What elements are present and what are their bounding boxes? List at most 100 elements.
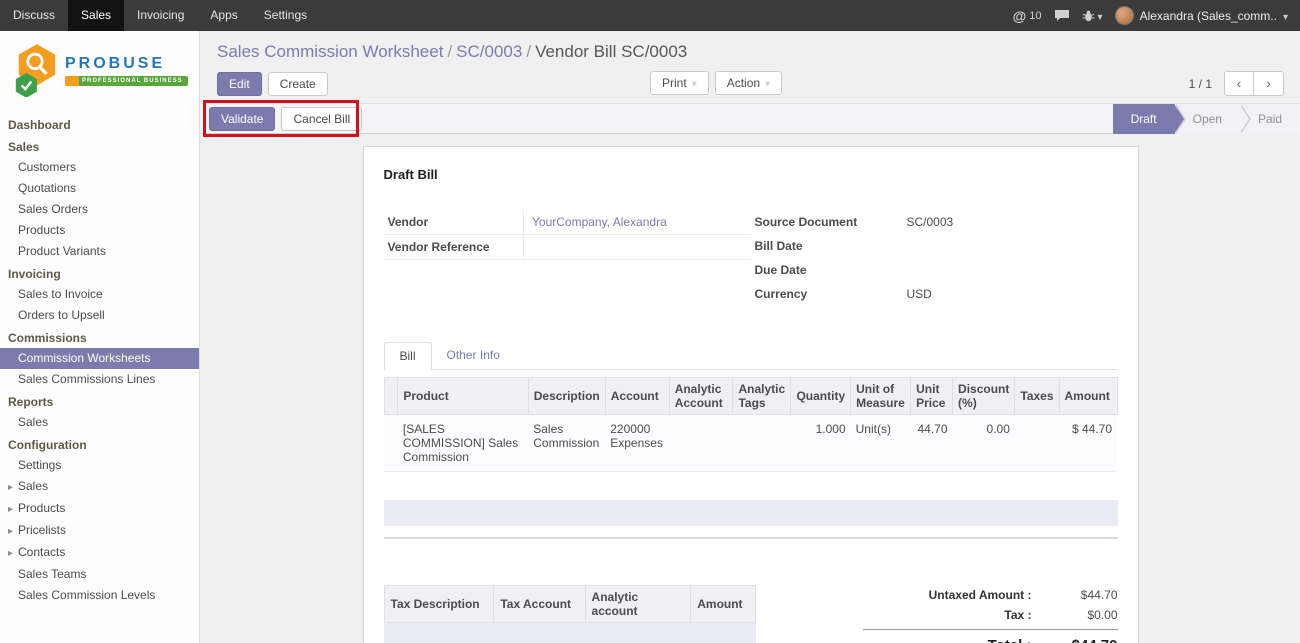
pager-next-button[interactable]: › <box>1254 71 1284 96</box>
menu-sales[interactable]: Sales <box>68 0 124 31</box>
col-quantity: Quantity <box>791 378 851 415</box>
menu-settings[interactable]: Settings <box>251 0 320 31</box>
breadcrumb-separator: / <box>443 42 456 61</box>
menu-invoicing[interactable]: Invoicing <box>124 0 197 31</box>
col-tax-analytic-account: Analytic account <box>585 586 691 623</box>
company-logo: PROBUSE PROFESSIONAL BUSINESS <box>0 31 199 107</box>
cell-amount: $ 44.70 <box>1059 415 1117 472</box>
col-unit-of-measure: Unit of Measure <box>851 378 911 415</box>
sidebar-item-config-products[interactable]: Products <box>0 498 199 520</box>
source-document-value: SC/0003 <box>899 210 1118 234</box>
action-dropdown-button[interactable]: Action <box>715 71 782 95</box>
due-date-label: Due Date <box>751 258 899 282</box>
debug-menu-button[interactable] <box>1082 9 1103 23</box>
statusbar: Validate Cancel Bill Draft Open Paid <box>201 103 1300 134</box>
breadcrumb-worksheet-link[interactable]: Sales Commission Worksheet <box>217 42 443 61</box>
mention-icon <box>1013 8 1027 24</box>
cell-account: 220000 Expenses <box>605 415 669 472</box>
sidebar-nav: Dashboard Sales Customers Quotations Sal… <box>0 113 199 606</box>
sidebar-item-orders-to-upsell[interactable]: Orders to Upsell <box>0 305 199 326</box>
tax-value: $0.00 <box>1046 605 1118 630</box>
sidebar-item-label: Pricelists <box>18 523 66 537</box>
bill-date-label: Bill Date <box>751 234 899 258</box>
sidebar-item-pricelists[interactable]: Pricelists <box>0 520 199 542</box>
pager-prev-button[interactable]: ‹ <box>1224 71 1254 96</box>
untaxed-amount-value: $44.70 <box>1046 585 1118 605</box>
messages-button[interactable] <box>1054 9 1070 22</box>
field-groups: Vendor YourCompany, Alexandra Vendor Ref… <box>384 210 1118 306</box>
sidebar-item-product-variants[interactable]: Product Variants <box>0 241 199 262</box>
cell-unit-of-measure: Unit(s) <box>851 415 911 472</box>
sidebar-item-products[interactable]: Products <box>0 220 199 241</box>
sidebar-item-sales-orders[interactable]: Sales Orders <box>0 199 199 220</box>
vendor-label: Vendor <box>384 210 524 235</box>
col-analytic-tags: Analytic Tags <box>733 378 791 415</box>
total-value: $44.70 <box>1046 630 1118 643</box>
sidebar-item-quotations[interactable]: Quotations <box>0 178 199 199</box>
stage-draft[interactable]: Draft <box>1113 104 1175 134</box>
sidebar-item-sales-to-invoice[interactable]: Sales to Invoice <box>0 284 199 305</box>
sidebar-item-reports-sales[interactable]: Sales <box>0 412 199 433</box>
row-handle <box>384 415 398 472</box>
sidebar-item-config-sales[interactable]: Sales <box>0 476 199 498</box>
tab-other-info[interactable]: Other Info <box>432 342 515 369</box>
sidebar-item-customers[interactable]: Customers <box>0 157 199 178</box>
caret-down-icon <box>1283 9 1288 23</box>
sidebar-item-sales-commission-levels[interactable]: Sales Commission Levels <box>0 585 199 606</box>
pager: 1 / 1 ‹ › <box>1189 71 1284 96</box>
print-dropdown-button[interactable]: Print <box>650 71 709 95</box>
cell-taxes <box>1015 415 1059 472</box>
tax-lines-area: Tax Description Tax Account Analytic acc… <box>384 585 756 643</box>
sidebar-section-commissions[interactable]: Commissions <box>0 326 199 348</box>
sidebar-item-commission-worksheets[interactable]: Commission Worksheets <box>0 348 199 369</box>
cell-quantity: 1.000 <box>791 415 851 472</box>
vendor-reference-label: Vendor Reference <box>384 235 524 260</box>
mentions-counter[interactable]: 10 <box>1013 8 1042 24</box>
caret-down-icon <box>1098 9 1103 23</box>
sidebar-section-configuration[interactable]: Configuration <box>0 433 199 455</box>
col-tax-account: Tax Account <box>494 586 585 623</box>
user-menu[interactable]: Alexandra (Sales_comm.. <box>1115 6 1288 25</box>
avatar <box>1115 6 1134 25</box>
notebook-tabs: Bill Other Info <box>384 342 1118 370</box>
sidebar-item-dashboard[interactable]: Dashboard <box>0 113 199 135</box>
vendor-reference-value <box>524 235 751 260</box>
empty-tax-row <box>384 623 756 643</box>
mention-count: 10 <box>1029 10 1041 22</box>
sidebar-item-settings[interactable]: Settings <box>0 455 199 476</box>
sidebar-item-label: Sales <box>18 479 48 493</box>
edit-button[interactable]: Edit <box>217 72 262 96</box>
currency-label: Currency <box>751 282 899 306</box>
col-taxes: Taxes <box>1015 378 1059 415</box>
vendor-value-link[interactable]: YourCompany, Alexandra <box>532 215 667 229</box>
invoice-line-row[interactable]: [SALES COMMISSION] Sales Commission Sale… <box>384 415 1117 472</box>
total-label: Total : <box>863 630 1046 643</box>
menu-apps[interactable]: Apps <box>197 0 250 31</box>
invoice-lines-table: Product Description Account Analytic Acc… <box>384 377 1118 472</box>
sidebar-item-sales-commissions-lines[interactable]: Sales Commissions Lines <box>0 369 199 390</box>
cancel-bill-button[interactable]: Cancel Bill <box>281 107 362 131</box>
caret-down-icon <box>765 76 770 90</box>
cell-product: [SALES COMMISSION] Sales Commission <box>398 415 528 472</box>
due-date-value <box>899 258 1118 282</box>
cell-discount: 0.00 <box>953 415 1015 472</box>
sidebar-section-invoicing[interactable]: Invoicing <box>0 262 199 284</box>
breadcrumb-sc0003-link[interactable]: SC/0003 <box>456 42 522 61</box>
empty-list-row <box>384 500 1118 526</box>
sidebar-section-sales[interactable]: Sales <box>0 135 199 157</box>
menu-discuss[interactable]: Discuss <box>0 0 68 31</box>
sidebar-item-contacts[interactable]: Contacts <box>0 542 199 564</box>
probuse-logo-icon <box>12 43 58 97</box>
tab-bill[interactable]: Bill <box>384 342 432 370</box>
create-button[interactable]: Create <box>268 72 328 96</box>
validate-button[interactable]: Validate <box>209 107 275 131</box>
breadcrumb-separator: / <box>522 42 535 61</box>
sidebar-section-reports[interactable]: Reports <box>0 390 199 412</box>
button-row: Edit Create Print Action 1 / 1 ‹ › <box>217 71 1284 97</box>
status-stages: Draft Open Paid <box>1113 104 1300 134</box>
breadcrumb-current: Vendor Bill SC/0003 <box>535 42 687 61</box>
cell-unit-price: 44.70 <box>911 415 953 472</box>
col-product: Product <box>398 378 528 415</box>
sidebar-item-sales-teams[interactable]: Sales Teams <box>0 564 199 585</box>
sidebar-item-label: Contacts <box>18 545 65 559</box>
